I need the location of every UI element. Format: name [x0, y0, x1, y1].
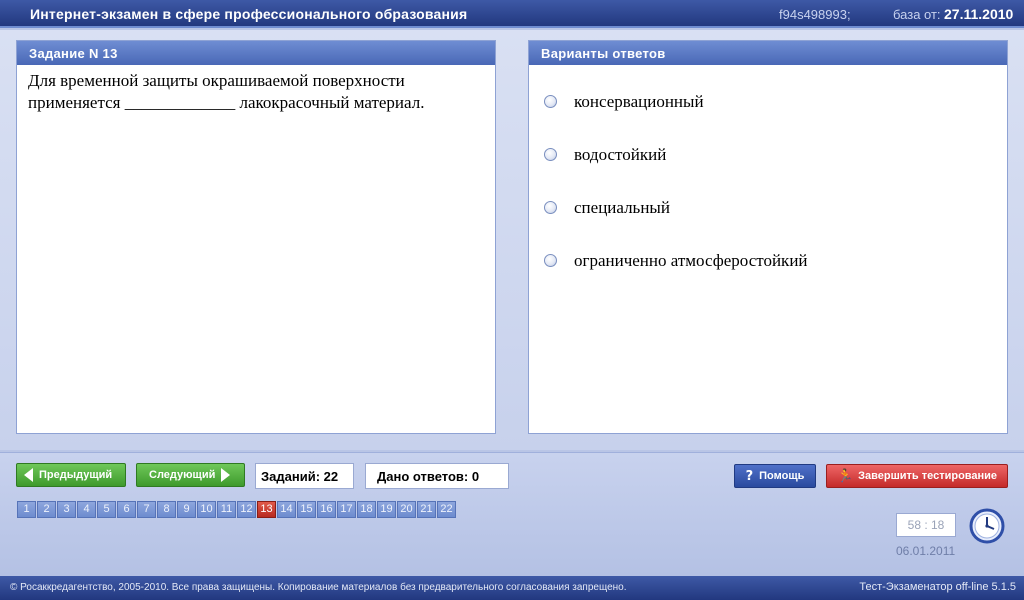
question-mark-icon: ?	[745, 468, 754, 484]
session-code: f94s498993;	[779, 7, 851, 22]
answer-option[interactable]: водостойкий	[529, 137, 1007, 190]
question-pager: 1 2 3 4 5 6 7 8 9 10 11 12 13 14 15 16 17 18 19 20 21 22	[17, 501, 457, 518]
base-label: база от:	[893, 7, 941, 22]
help-button[interactable]: ? Помощь	[734, 464, 816, 488]
base-date: 27.11.2010	[944, 6, 1014, 22]
page-button[interactable]: 18	[357, 501, 376, 518]
page-button[interactable]: 4	[77, 501, 96, 518]
page-button[interactable]: 11	[217, 501, 236, 518]
arrow-right-icon	[221, 468, 231, 482]
answer-label: водостойкий	[574, 145, 667, 164]
next-button[interactable]: Следующий	[136, 463, 245, 487]
control-bar: Предыдущий Следующий Заданий: 22 Дано от…	[0, 452, 1024, 576]
current-date: 06.01.2011	[896, 544, 956, 558]
task-panel: Задание N 13 Для временной защиты окраши…	[16, 40, 496, 434]
clock-icon	[969, 508, 1005, 544]
radio-button[interactable]	[544, 95, 557, 108]
page-button[interactable]: 22	[437, 501, 456, 518]
answer-option[interactable]: специальный	[529, 190, 1007, 243]
finish-test-button[interactable]: 🏃 Завершить тестирование	[826, 464, 1008, 488]
timer-display: 58 : 18	[896, 513, 956, 537]
version-text: Тест-Экзаменатор off-line 5.1.5	[859, 581, 1016, 593]
radio-button[interactable]	[544, 148, 557, 161]
title-bar: Интернет-экзамен в сфере профессионально…	[0, 0, 1024, 28]
running-man-icon: 🏃	[836, 468, 854, 484]
answer-label: специальный	[574, 198, 670, 217]
answer-option[interactable]: ограниченно атмосферостойкий	[529, 243, 1007, 296]
page-button[interactable]: 5	[97, 501, 116, 518]
answers-panel: Варианты ответов консервационный водосто…	[528, 40, 1008, 434]
page-button[interactable]: 17	[337, 501, 356, 518]
page-button[interactable]: 1	[17, 501, 36, 518]
copyright-text: © Росаккредагентство, 2005-2010. Все пра…	[10, 582, 627, 593]
page-button[interactable]: 16	[317, 501, 336, 518]
page-button[interactable]: 14	[277, 501, 296, 518]
page-button[interactable]: 12	[237, 501, 256, 518]
page-button[interactable]: 10	[197, 501, 216, 518]
answer-option[interactable]: консервационный	[529, 84, 1007, 137]
page-button[interactable]: 3	[57, 501, 76, 518]
page-button[interactable]: 21	[417, 501, 436, 518]
answers-header: Варианты ответов	[529, 41, 1007, 65]
radio-button[interactable]	[544, 254, 557, 267]
page-button[interactable]: 7	[137, 501, 156, 518]
page-button[interactable]: 13	[257, 501, 276, 518]
page-button[interactable]: 15	[297, 501, 316, 518]
page-button[interactable]: 19	[377, 501, 396, 518]
task-header: Задание N 13	[17, 41, 495, 65]
answered-count: Дано ответов: 0	[365, 463, 509, 489]
arrow-left-icon	[24, 468, 33, 482]
question-text: Для временной защиты окрашиваемой поверх…	[28, 71, 425, 112]
previous-label: Предыдущий	[39, 469, 113, 481]
previous-button[interactable]: Предыдущий	[16, 463, 126, 487]
page-button[interactable]: 2	[37, 501, 56, 518]
page-button[interactable]: 6	[117, 501, 136, 518]
tasks-count: Заданий: 22	[255, 463, 354, 489]
answer-label: ограниченно атмосферостойкий	[574, 251, 808, 270]
page-button[interactable]: 20	[397, 501, 416, 518]
page-button[interactable]: 9	[177, 501, 196, 518]
finish-label: Завершить тестирование	[858, 470, 998, 482]
next-label: Следующий	[149, 469, 216, 481]
footer: © Росаккредагентство, 2005-2010. Все пра…	[0, 576, 1024, 600]
app-title: Интернет-экзамен в сфере профессионально…	[30, 6, 468, 22]
answer-label: консервационный	[574, 92, 704, 111]
radio-button[interactable]	[544, 201, 557, 214]
help-label: Помощь	[759, 470, 805, 482]
page-button[interactable]: 8	[157, 501, 176, 518]
answer-list: консервационный водостойкий специальный …	[529, 65, 1007, 296]
